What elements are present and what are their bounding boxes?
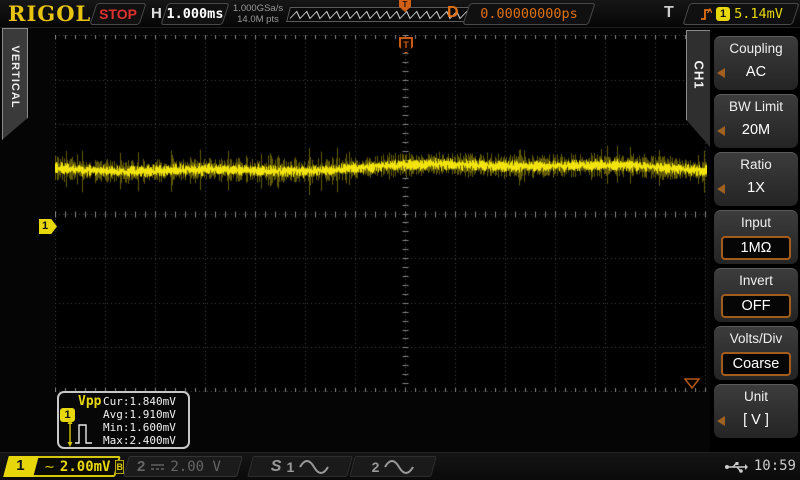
dc-coupling-icon — [150, 462, 165, 471]
vertical-menu-tab: VERTICAL — [2, 28, 28, 140]
source1-number: 1 — [286, 459, 294, 475]
menu-item-bw-limit[interactable]: BW Limit 20M — [714, 94, 798, 148]
menu-label: Coupling — [714, 41, 798, 56]
sample-rate: 1.000GSa/s — [229, 3, 287, 14]
vpp-measure-icon — [65, 419, 99, 447]
memory-depth: 14.0M pts — [229, 14, 287, 25]
menu-label: Volts/Div — [714, 331, 798, 346]
timebase-display[interactable]: 1.000ms — [160, 3, 229, 25]
measurement-panel: Vpp 1 Cur:1.840mV Avg:1.910mV Min:1.600m… — [57, 391, 190, 449]
menu-item-unit[interactable]: Unit [ V ] — [714, 384, 798, 438]
measurement-max: Max:2.400mV — [103, 434, 176, 447]
menu-value: OFF — [721, 294, 791, 318]
trigger-label: T — [664, 4, 674, 22]
bw-limit-badge: B — [115, 460, 124, 474]
menu-item-input[interactable]: Input 1MΩ — [714, 210, 798, 264]
channel2-indicator[interactable]: 2 2.00 V — [123, 456, 243, 477]
sine-wave-icon — [299, 460, 329, 474]
delay-label: D — [447, 4, 459, 22]
menu-label: BW Limit — [714, 99, 798, 114]
acquisition-info: 1.000GSa/s 14.0M pts — [229, 3, 287, 25]
menu-item-invert[interactable]: Invert OFF — [714, 268, 798, 322]
measurement-min: Min:1.600mV — [103, 421, 176, 434]
menu-label: Unit — [714, 389, 798, 404]
trigger-level-value: 5.14mV — [734, 6, 783, 22]
run-state-indicator: STOP — [89, 3, 146, 25]
menu-item-coupling[interactable]: Coupling AC — [714, 36, 798, 90]
menu-label: Invert — [714, 273, 798, 288]
trigger-slope-icon — [699, 7, 712, 21]
measurement-values: Cur:1.840mV Avg:1.910mV Min:1.600mV Max:… — [103, 395, 176, 447]
timebase-value: 1.000ms — [167, 6, 224, 22]
delay-value: 0.00000000ps — [480, 6, 578, 22]
vertical-menu-tab-label: VERTICAL — [9, 46, 21, 109]
menu-value: [ V ] — [714, 412, 798, 428]
trigger-level-arrow-icon[interactable] — [684, 378, 701, 390]
menu-item-volts-div[interactable]: Volts/Div Coarse — [714, 326, 798, 380]
horizontal-label: H — [151, 5, 162, 22]
run-state-label: STOP — [99, 6, 137, 22]
channel2-scale: 2.00 V — [170, 459, 221, 475]
channel1-indicator[interactable]: 1 ∼ 2.00mV B — [3, 456, 121, 477]
header-bar: RIGOL STOP H 1.000ms 1.000GSa/s 14.0M pt… — [0, 0, 800, 28]
source-label: S — [271, 458, 282, 476]
softkey-menu: Coupling AC BW Limit 20M Ratio 1X Input … — [710, 28, 800, 452]
usb-icon — [724, 461, 748, 473]
menu-label: Ratio — [714, 157, 798, 172]
ac-coupling-icon: ∼ — [44, 459, 55, 475]
measurement-cur: Cur:1.840mV — [103, 395, 176, 408]
menu-value: 20M — [714, 122, 798, 138]
source2-indicator[interactable]: 2 — [349, 456, 437, 477]
trigger-source-badge: 1 — [716, 7, 730, 21]
menu-value: Coarse — [721, 352, 791, 376]
measurement-avg: Avg:1.910mV — [103, 408, 176, 421]
grid-canvas — [55, 35, 707, 392]
menu-label: Input — [714, 215, 798, 230]
menu-value: AC — [714, 64, 798, 80]
measurement-name: Vpp — [78, 394, 101, 409]
delay-display[interactable]: 0.00000000ps — [462, 3, 595, 25]
clock: 10:59 — [754, 458, 796, 474]
oscilloscope-screen: RIGOL STOP H 1.000ms 1.000GSa/s 14.0M pt… — [0, 0, 800, 480]
source1-indicator[interactable]: S 1 — [247, 456, 353, 477]
status-bar: 1 ∼ 2.00mV B 2 2.00 V S 1 — [0, 452, 800, 480]
menu-item-ratio[interactable]: Ratio 1X — [714, 152, 798, 206]
channel1-scale: 2.00mV — [60, 459, 111, 475]
menu-value: 1X — [714, 180, 798, 196]
menu-value: 1MΩ — [721, 236, 791, 260]
rigol-logo: RIGOL — [8, 1, 91, 26]
trigger-display[interactable]: 1 5.14mV — [682, 3, 799, 25]
sine-wave-icon — [384, 460, 414, 474]
channel2-number: 2 — [137, 458, 145, 475]
source2-number: 2 — [372, 459, 380, 475]
channel-menu-tab-label: CH1 — [692, 61, 707, 90]
